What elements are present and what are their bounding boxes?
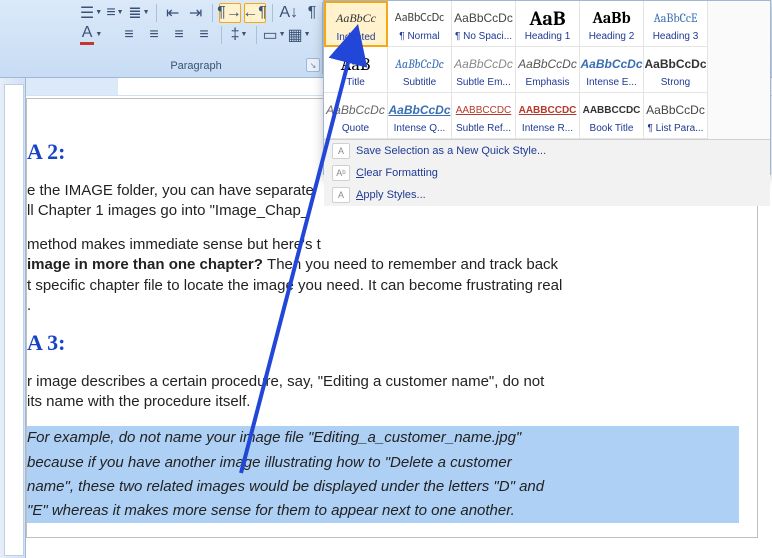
styles-menu: A Save Selection as a New Quick Style...… — [324, 139, 770, 206]
save-selection-style-item[interactable]: A Save Selection as a New Quick Style... — [324, 140, 770, 162]
font-color-button[interactable]: A▼ — [80, 25, 102, 45]
body-text: . — [27, 296, 739, 316]
clear-formatting-icon: Aᵇ — [332, 165, 350, 181]
style-preview: AABBCCDC — [517, 97, 579, 123]
style-name-label: Heading 2 — [589, 31, 635, 42]
style-preview: AaBbCcDc — [393, 51, 446, 77]
style-preview: AaBbCc — [334, 6, 378, 32]
show-paragraph-marks-button[interactable]: ¶ — [302, 3, 322, 23]
style-name-label: Subtitle — [403, 77, 436, 88]
style-emphasis[interactable]: AaBbCcDcEmphasis — [516, 47, 580, 93]
style-name-label: Subtle Em... — [456, 77, 510, 88]
style-name-label: Intense Q... — [394, 123, 446, 134]
style-name-label: Heading 1 — [525, 31, 571, 42]
style-intense-e-[interactable]: AaBbCcDcIntense E... — [580, 47, 644, 93]
body-text: method makes immediate sense but here's … — [27, 235, 739, 255]
decrease-indent-button[interactable]: ⇤ — [163, 3, 183, 23]
paragraph-dialog-launcher[interactable]: ↘ — [306, 58, 320, 72]
menu-label: Clear Formatting — [356, 167, 438, 179]
style-name-label: Quote — [342, 123, 369, 134]
style-name-label: Intense R... — [522, 123, 573, 134]
style-name-label: Intense E... — [586, 77, 637, 88]
style-strong[interactable]: AaBbCcDcStrong — [644, 47, 708, 93]
style-heading-2[interactable]: AaBbHeading 2 — [580, 1, 644, 47]
style-preview: AaBbCcDc — [516, 51, 579, 77]
style-preview: AaBb — [590, 5, 632, 31]
clear-formatting-item[interactable]: Aᵇ Clear Formatting — [324, 162, 770, 184]
styles-gallery: AaBbCcIndentedAaBbCcDc¶ NormalAaBbCcDc¶ … — [323, 0, 771, 175]
selected-text[interactable]: name", these two related images would be… — [27, 475, 739, 499]
body-text: its name with the procedure itself. — [27, 392, 739, 412]
style-preview: AaB — [527, 5, 567, 31]
style--list-para-[interactable]: AaBbCcDc¶ List Para... — [644, 93, 708, 139]
rtl-direction-button[interactable]: ←¶ — [244, 3, 266, 23]
style-subtitle[interactable]: AaBbCcDcSubtitle — [388, 47, 452, 93]
style-subtle-ref-[interactable]: AABBCCDCSubtle Ref... — [452, 93, 516, 139]
paragraph-group-label: Paragraph — [80, 60, 312, 72]
style-preview: AaBbCcDc — [579, 51, 645, 77]
body-text: t specific chapter file to locate the im… — [27, 276, 739, 296]
shading-button[interactable]: ▭▼ — [263, 25, 285, 45]
selected-text[interactable]: because if you have another image illust… — [27, 451, 739, 475]
align-left-button[interactable]: ≡ — [118, 25, 140, 45]
align-right-button[interactable]: ≡ — [168, 25, 190, 45]
borders-button[interactable]: ▦▼ — [288, 25, 310, 45]
align-center-button[interactable]: ≡ — [143, 25, 165, 45]
style-name-label: ¶ No Spaci... — [455, 31, 512, 42]
ltr-direction-button[interactable]: ¶→ — [219, 3, 241, 23]
style-preview: AaBbCcDc — [452, 5, 515, 31]
style-preview: AaBbCcDc — [452, 51, 515, 77]
justify-button[interactable]: ≡ — [193, 25, 215, 45]
style-preview: AaB — [339, 51, 373, 77]
sort-button[interactable]: A↓ — [278, 3, 299, 23]
style-name-label: Subtle Ref... — [456, 123, 511, 134]
style-subtle-em-[interactable]: AaBbCcDcSubtle Em... — [452, 47, 516, 93]
heading-idea-3: A 3: — [27, 328, 739, 358]
new-style-icon: A — [332, 143, 350, 159]
apply-styles-item[interactable]: A Apply Styles... — [324, 184, 770, 206]
style--no-spaci-[interactable]: AaBbCcDc¶ No Spaci... — [452, 1, 516, 47]
bullets-button[interactable]: ☰▼ — [80, 3, 102, 23]
apply-styles-icon: A — [332, 187, 350, 203]
style-preview: AaBbCcE — [652, 5, 700, 31]
increase-indent-button[interactable]: ⇥ — [186, 3, 206, 23]
style-name-label: ¶ List Para... — [648, 123, 704, 134]
menu-label: Save Selection as a New Quick Style... — [356, 145, 546, 157]
selected-text[interactable]: "E" whereas it makes more sense for them… — [27, 499, 739, 523]
style-preview: AaBbCcDc — [643, 51, 709, 77]
menu-label: Apply Styles... — [356, 189, 426, 201]
style-book-title[interactable]: AABBCCDCBook Title — [580, 93, 644, 139]
style-preview: AaBbCcDc — [644, 97, 707, 123]
style-intense-r-[interactable]: AABBCCDCIntense R... — [516, 93, 580, 139]
selected-text[interactable]: For example, do not name your image file… — [27, 426, 739, 450]
style-heading-1[interactable]: AaBHeading 1 — [516, 1, 580, 47]
style-preview: AaBbCcDc — [387, 97, 453, 123]
style-preview: AaBbCcDc — [324, 97, 387, 123]
style-title[interactable]: AaBTitle — [324, 47, 388, 93]
style-name-label: Heading 3 — [653, 31, 699, 42]
style-intense-q-[interactable]: AaBbCcDcIntense Q... — [388, 93, 452, 139]
body-text: r image describes a certain procedure, s… — [27, 372, 739, 392]
style-name-label: ¶ Normal — [399, 31, 439, 42]
paragraph-group: ☰▼ ≡▼ ≣▼ ⇤ ⇥ ¶→ ←¶ A↓ ¶ A▼ ≡ ≡ ≡ ≡ ‡▼ ▭▼… — [80, 0, 322, 60]
style-name-label: Book Title — [590, 123, 634, 134]
line-spacing-button[interactable]: ‡▼ — [228, 25, 250, 45]
style-heading-3[interactable]: AaBbCcEHeading 3 — [644, 1, 708, 47]
numbering-button[interactable]: ≡▼ — [105, 3, 125, 23]
body-text: image in more than one chapter? Then you… — [27, 255, 739, 275]
style-indented[interactable]: AaBbCcIndented — [324, 1, 388, 47]
style-preview: AaBbCcDc — [393, 5, 446, 31]
style-name-label: Indented — [337, 32, 376, 43]
style-name-label: Strong — [661, 77, 690, 88]
multilevel-list-button[interactable]: ≣▼ — [128, 3, 150, 23]
style-preview: AABBCCDC — [454, 97, 514, 123]
style-preview: AABBCCDC — [581, 97, 643, 123]
style--normal[interactable]: AaBbCcDc¶ Normal — [388, 1, 452, 47]
style-name-label: Title — [346, 77, 365, 88]
style-quote[interactable]: AaBbCcDcQuote — [324, 93, 388, 139]
vertical-ruler — [0, 78, 26, 558]
style-name-label: Emphasis — [526, 77, 570, 88]
